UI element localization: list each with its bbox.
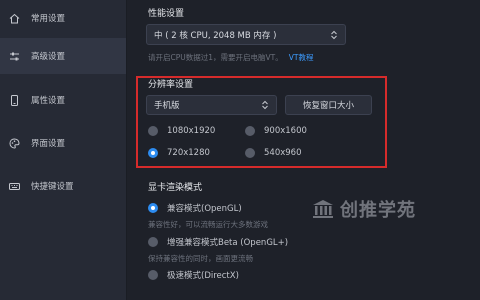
- radio-label: 720x1280: [167, 148, 210, 158]
- sidebar-item-label: 界面设置: [31, 139, 66, 149]
- sidebar-item-label: 高级设置: [31, 52, 66, 62]
- sidebar: 常用设置 高级设置 属性设置 界面设置 快捷键设置: [0, 0, 127, 300]
- resolution-option-900x1600[interactable]: 900x1600: [245, 126, 307, 136]
- home-icon: [8, 12, 20, 24]
- radio-label: 兼容模式(OpenGL): [167, 204, 242, 214]
- restore-window-size-button[interactable]: 恢复窗口大小: [285, 95, 372, 115]
- resolution-select-value: 手机版: [154, 101, 180, 111]
- radio-label: 增强兼容模式Beta (OpenGL+): [167, 238, 289, 248]
- resolution-title: 分辨率设置: [148, 80, 194, 90]
- sidebar-item-advanced[interactable]: 高级设置: [0, 38, 126, 74]
- resolution-option-720x1280[interactable]: 720x1280: [148, 148, 210, 158]
- performance-hint: 请开启CPU数据过1，需要开启电脑VT。 VT教程: [148, 52, 313, 63]
- resolution-option-540x960[interactable]: 540x960: [245, 148, 301, 158]
- radio-icon: [148, 237, 158, 247]
- sidebar-item-interface[interactable]: 界面设置: [0, 125, 126, 161]
- sidebar-item-label: 常用设置: [31, 14, 66, 24]
- render-option-desc: 兼容性好，可以流畅运行大多数游戏: [148, 220, 268, 229]
- radio-selected-icon: [148, 148, 158, 158]
- radio-label: 900x1600: [264, 126, 307, 136]
- sidebar-item-label: 快捷键设置: [31, 182, 74, 192]
- performance-select-value: 中 ( 2 核 CPU, 2048 MB 内存 ): [154, 30, 277, 41]
- radio-icon: [245, 148, 255, 158]
- performance-select[interactable]: 中 ( 2 核 CPU, 2048 MB 内存 ): [146, 24, 346, 45]
- sliders-icon: [8, 50, 20, 62]
- resolution-option-1080x1920[interactable]: 1080x1920: [148, 126, 215, 136]
- render-option-desc: 保持兼容性的同时，画面更流畅: [148, 254, 253, 263]
- phone-icon: [8, 94, 20, 106]
- sidebar-item-shortcuts[interactable]: 快捷键设置: [0, 168, 126, 204]
- radio-icon: [245, 126, 255, 136]
- radio-icon: [148, 126, 158, 136]
- radio-label: 540x960: [264, 148, 302, 158]
- palette-icon: [8, 137, 20, 149]
- radio-icon: [148, 270, 158, 280]
- chevron-updown-icon: [331, 30, 337, 39]
- performance-hint-text: 请开启CPU数据过1，需要开启电脑VT。: [148, 53, 283, 62]
- sidebar-item-label: 属性设置: [31, 96, 66, 106]
- resolution-select[interactable]: 手机版: [146, 95, 277, 115]
- render-mode-title: 显卡渲染模式: [148, 183, 203, 193]
- keyboard-icon: [8, 180, 20, 192]
- render-option-directx[interactable]: 极速模式(DirectX): [148, 269, 239, 281]
- render-option-opengl-plus[interactable]: 增强兼容模式Beta (OpenGL+): [148, 236, 288, 248]
- watermark-text: 创推学苑: [340, 200, 416, 221]
- radio-label: 极速模式(DirectX): [167, 271, 239, 281]
- radio-selected-icon: [148, 203, 158, 213]
- temple-logo-icon: [313, 200, 333, 218]
- radio-label: 1080x1920: [167, 126, 216, 136]
- performance-title: 性能设置: [148, 9, 185, 19]
- watermark: 创推学苑: [312, 196, 416, 222]
- sidebar-item-properties[interactable]: 属性设置: [0, 82, 126, 118]
- sidebar-item-common[interactable]: 常用设置: [0, 0, 126, 36]
- vt-tutorial-link[interactable]: VT教程: [289, 53, 314, 62]
- render-option-opengl[interactable]: 兼容模式(OpenGL): [148, 202, 242, 214]
- chevron-updown-icon: [262, 100, 268, 110]
